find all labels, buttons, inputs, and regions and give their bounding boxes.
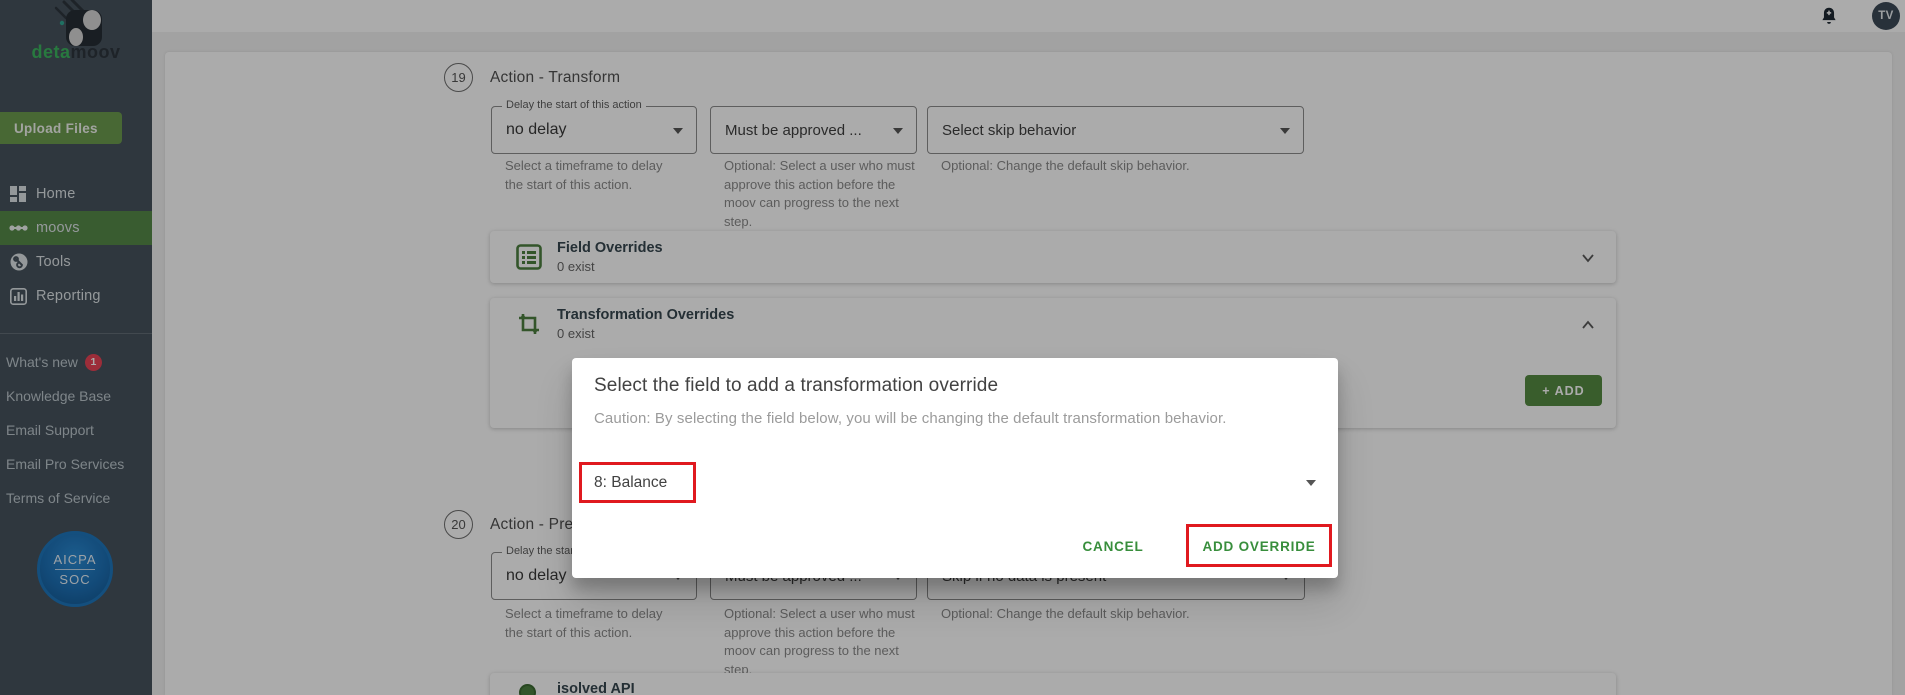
add-override-confirm-button[interactable]: ADD OVERRIDE <box>1194 532 1324 560</box>
modal-caution-text: Caution: By selecting the field below, y… <box>594 410 1226 427</box>
field-select-value: 8: Balance <box>594 462 667 503</box>
transformation-override-modal: Select the field to add a transformation… <box>572 358 1338 578</box>
chevron-down-icon <box>1306 480 1316 486</box>
field-select[interactable]: 8: Balance <box>572 462 1338 503</box>
modal-backdrop[interactable] <box>0 0 1905 695</box>
app-root: detamoov Upload Files Home moovs Tools <box>0 0 1905 695</box>
modal-title: Select the field to add a transformation… <box>594 375 998 397</box>
cancel-button[interactable]: CANCEL <box>1070 532 1156 560</box>
